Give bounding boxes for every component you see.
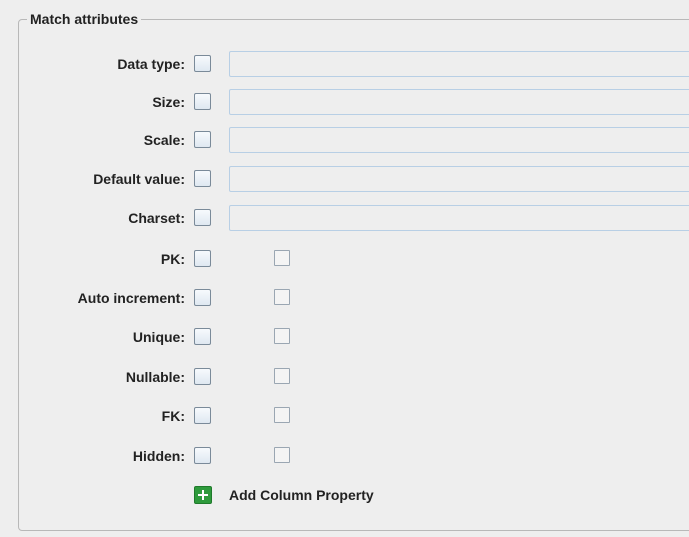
unique-label: Unique: xyxy=(132,329,185,345)
data-type-row: Data type: xyxy=(0,51,689,77)
hidden-match-checkbox[interactable] xyxy=(194,447,211,464)
hidden-label: Hidden: xyxy=(132,448,185,464)
fk-match-checkbox[interactable] xyxy=(194,407,211,424)
default-value-row: Default value: xyxy=(0,166,689,192)
charset-match-checkbox[interactable] xyxy=(194,209,211,226)
unique-value-checkbox[interactable] xyxy=(274,328,290,344)
default-value-field[interactable] xyxy=(229,166,689,192)
scale-label: Scale: xyxy=(143,132,185,148)
fk-row: FK: xyxy=(0,403,689,429)
default-value-match-checkbox[interactable] xyxy=(194,170,211,187)
charset-row: Charset: xyxy=(0,205,689,231)
data-type-match-checkbox[interactable] xyxy=(194,55,211,72)
size-field[interactable] xyxy=(229,89,689,115)
nullable-row: Nullable: xyxy=(0,364,689,390)
scale-field[interactable] xyxy=(229,127,689,153)
plus-icon xyxy=(194,486,212,504)
data-type-field[interactable] xyxy=(229,51,689,77)
nullable-match-checkbox[interactable] xyxy=(194,368,211,385)
auto-increment-value-checkbox[interactable] xyxy=(274,289,290,305)
charset-field[interactable] xyxy=(229,205,689,231)
data-type-label: Data type: xyxy=(117,56,185,72)
fk-label: FK: xyxy=(161,408,185,424)
fk-value-checkbox[interactable] xyxy=(274,407,290,423)
scale-match-checkbox[interactable] xyxy=(194,131,211,148)
pk-label: PK: xyxy=(160,251,185,267)
pk-row: PK: xyxy=(0,246,689,272)
auto-increment-match-checkbox[interactable] xyxy=(194,289,211,306)
add-column-property-button[interactable]: Add Column Property xyxy=(194,484,374,506)
unique-match-checkbox[interactable] xyxy=(194,328,211,345)
pk-value-checkbox[interactable] xyxy=(274,250,290,266)
size-row: Size: xyxy=(0,89,689,115)
scale-row: Scale: xyxy=(0,127,689,153)
charset-label: Charset: xyxy=(128,210,185,226)
hidden-row: Hidden: xyxy=(0,443,689,469)
auto-increment-label: Auto increment: xyxy=(77,290,185,306)
group-title: Match attributes xyxy=(27,10,142,28)
nullable-value-checkbox[interactable] xyxy=(274,368,290,384)
default-value-label: Default value: xyxy=(93,171,185,187)
size-match-checkbox[interactable] xyxy=(194,93,211,110)
hidden-value-checkbox[interactable] xyxy=(274,447,290,463)
add-column-property-label: Add Column Property xyxy=(229,487,374,503)
pk-match-checkbox[interactable] xyxy=(194,250,211,267)
size-label: Size: xyxy=(152,94,185,110)
unique-row: Unique: xyxy=(0,324,689,350)
nullable-label: Nullable: xyxy=(125,369,185,385)
auto-increment-row: Auto increment: xyxy=(0,285,689,311)
